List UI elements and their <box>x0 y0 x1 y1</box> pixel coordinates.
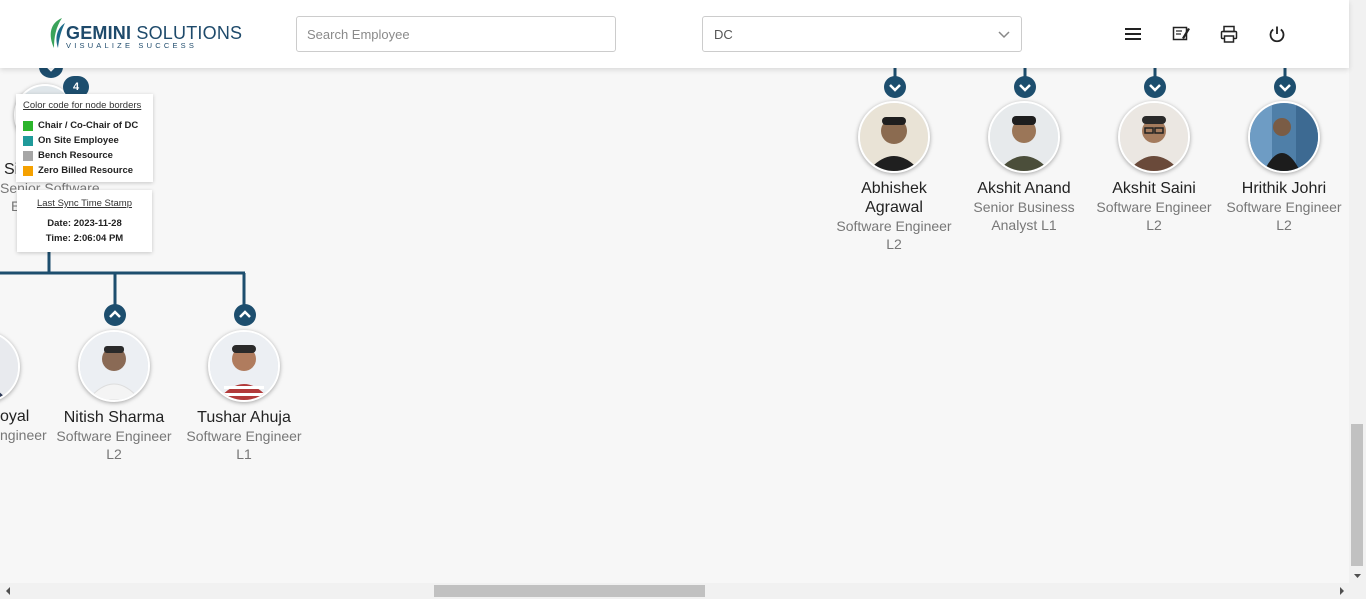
legend-swatch <box>23 150 33 161</box>
avatar-abhishek-agrawal[interactable] <box>858 101 930 173</box>
node-role: Software Engineer <box>1226 199 1342 215</box>
chevron-down-icon <box>998 31 1010 39</box>
bottom-node-0-name: oyal <box>0 408 30 425</box>
node-role: Software Engineer <box>186 428 302 444</box>
logo-tagline: VISUALIZE SUCCESS <box>66 41 198 50</box>
dc-select[interactable]: DC <box>702 16 1022 52</box>
vertical-scrollbar[interactable] <box>1349 0 1366 583</box>
node-name: Hrithik Johri <box>1241 180 1327 197</box>
legend-swatch <box>23 165 33 176</box>
node-role: Software Engineer <box>56 428 172 444</box>
legend-swatch <box>23 120 33 131</box>
menu-icon[interactable] <box>1123 24 1143 44</box>
node-role-level: L1 <box>236 446 252 462</box>
node-akshit-saini[interactable]: Akshit Saini Software Engineer L2 <box>1092 179 1216 234</box>
node-role: Software Engineer <box>836 218 952 234</box>
person-avatar-icon <box>1120 103 1188 171</box>
scroll-left-arrow-icon[interactable] <box>2 583 14 599</box>
legend-item-chair: Chair / Co-Chair of DC <box>23 118 146 133</box>
node-name: Tushar Ahuja <box>197 409 291 426</box>
node-role: Senior Business <box>973 199 1075 215</box>
dc-select-value: DC <box>714 27 733 42</box>
app-header: GEMINI SOLUTIONS VISUALIZE SUCCESS DC <box>0 0 1349 68</box>
avatar-hrithik-johri[interactable] <box>1248 101 1320 173</box>
search-employee-input[interactable] <box>296 16 616 52</box>
avatar-akshit-saini[interactable] <box>1118 101 1190 173</box>
expand-toggle-abhishek[interactable] <box>884 76 906 98</box>
person-avatar-icon <box>860 103 928 171</box>
node-name: Abhishek <box>861 180 927 197</box>
vertical-scroll-thumb[interactable] <box>1351 424 1363 566</box>
node-role: Software Engineer <box>1096 199 1212 215</box>
sync-time: Time: 2:06:04 PM <box>45 233 124 244</box>
node-name: Akshit Saini <box>1112 180 1196 197</box>
legend-card: Color code for node borders Chair / Co-C… <box>16 94 153 182</box>
person-avatar-icon <box>80 332 148 400</box>
avatar-nitish-sharma[interactable] <box>78 330 150 402</box>
node-name: Nitish Sharma <box>63 409 165 426</box>
expand-toggle-akshit-anand[interactable] <box>1014 76 1036 98</box>
node-name-2: Agrawal <box>865 199 923 216</box>
node-akshit-anand[interactable]: Akshit Anand Senior Business Analyst L1 <box>962 179 1086 234</box>
scroll-right-arrow-icon[interactable] <box>1336 583 1348 599</box>
legend-item-onsite: On Site Employee <box>23 133 146 148</box>
logo-text-bold: GEMINI <box>66 23 132 43</box>
legend-title: Color code for node borders <box>23 100 142 111</box>
horizontal-scrollbar[interactable] <box>0 583 1366 599</box>
chevron-down-icon <box>1279 84 1291 92</box>
sync-title: Last Sync Time Stamp <box>36 198 133 209</box>
chevron-down-icon <box>889 84 901 92</box>
company-logo[interactable]: GEMINI SOLUTIONS VISUALIZE SUCCESS <box>46 17 242 51</box>
legend-label: Bench Resource <box>38 150 113 161</box>
node-role-level: L2 <box>1276 217 1292 233</box>
legend-item-zero-billed: Zero Billed Resource <box>23 163 146 178</box>
person-avatar-icon <box>210 332 278 400</box>
avatar-akshit-anand[interactable] <box>988 101 1060 173</box>
chevron-up-icon <box>239 310 251 318</box>
horizontal-scroll-thumb[interactable] <box>434 585 705 597</box>
bottom-node-0-role: ngineer <box>0 427 47 443</box>
sync-timestamp-card: Last Sync Time Stamp Date: 2023-11-28 Ti… <box>17 190 152 252</box>
node-role-level: Analyst L1 <box>991 217 1057 233</box>
logo-text-thin: SOLUTIONS <box>131 23 243 43</box>
scroll-down-arrow-icon[interactable] <box>1349 571 1366 581</box>
legend-label: Chair / Co-Chair of DC <box>38 120 139 131</box>
node-hrithik-johri[interactable]: Hrithik Johri Software Engineer L2 <box>1222 179 1346 234</box>
node-nitish-sharma[interactable]: Nitish Sharma Software Engineer L2 <box>52 408 176 463</box>
chevron-down-icon <box>1149 84 1161 92</box>
chevron-up-icon <box>109 310 121 318</box>
legend-label: Zero Billed Resource <box>38 165 134 176</box>
collapse-toggle-nitish[interactable] <box>104 304 126 326</box>
node-name: Akshit Anand <box>977 180 1071 197</box>
legend-item-bench: Bench Resource <box>23 148 146 163</box>
expand-toggle-hrithik[interactable] <box>1274 76 1296 98</box>
node-role-level: L2 <box>886 236 902 252</box>
node-role-level: L2 <box>1146 217 1162 233</box>
power-icon[interactable] <box>1267 24 1287 44</box>
node-tushar-ahuja[interactable]: Tushar Ahuja Software Engineer L1 <box>182 408 306 463</box>
node-role-level: L2 <box>106 446 122 462</box>
avatar-tushar-ahuja[interactable] <box>208 330 280 402</box>
print-icon[interactable] <box>1219 24 1239 44</box>
chevron-down-icon <box>1019 84 1031 92</box>
collapse-toggle-tushar[interactable] <box>234 304 256 326</box>
expand-toggle-akshit-saini[interactable] <box>1144 76 1166 98</box>
sync-date: Date: 2023-11-28 <box>47 218 122 229</box>
person-avatar-icon <box>990 103 1058 171</box>
legend-label: On Site Employee <box>38 135 119 146</box>
node-abhishek-agrawal[interactable]: Abhishek Agrawal Software Engineer L2 <box>832 179 956 253</box>
org-chart: 4 Si Senior Software E oyal ngineer Niti… <box>0 0 1349 583</box>
leaf-logo-icon <box>50 18 65 48</box>
person-avatar-icon <box>1250 103 1318 171</box>
legend-swatch <box>23 135 33 146</box>
feedback-icon[interactable] <box>1171 24 1191 44</box>
